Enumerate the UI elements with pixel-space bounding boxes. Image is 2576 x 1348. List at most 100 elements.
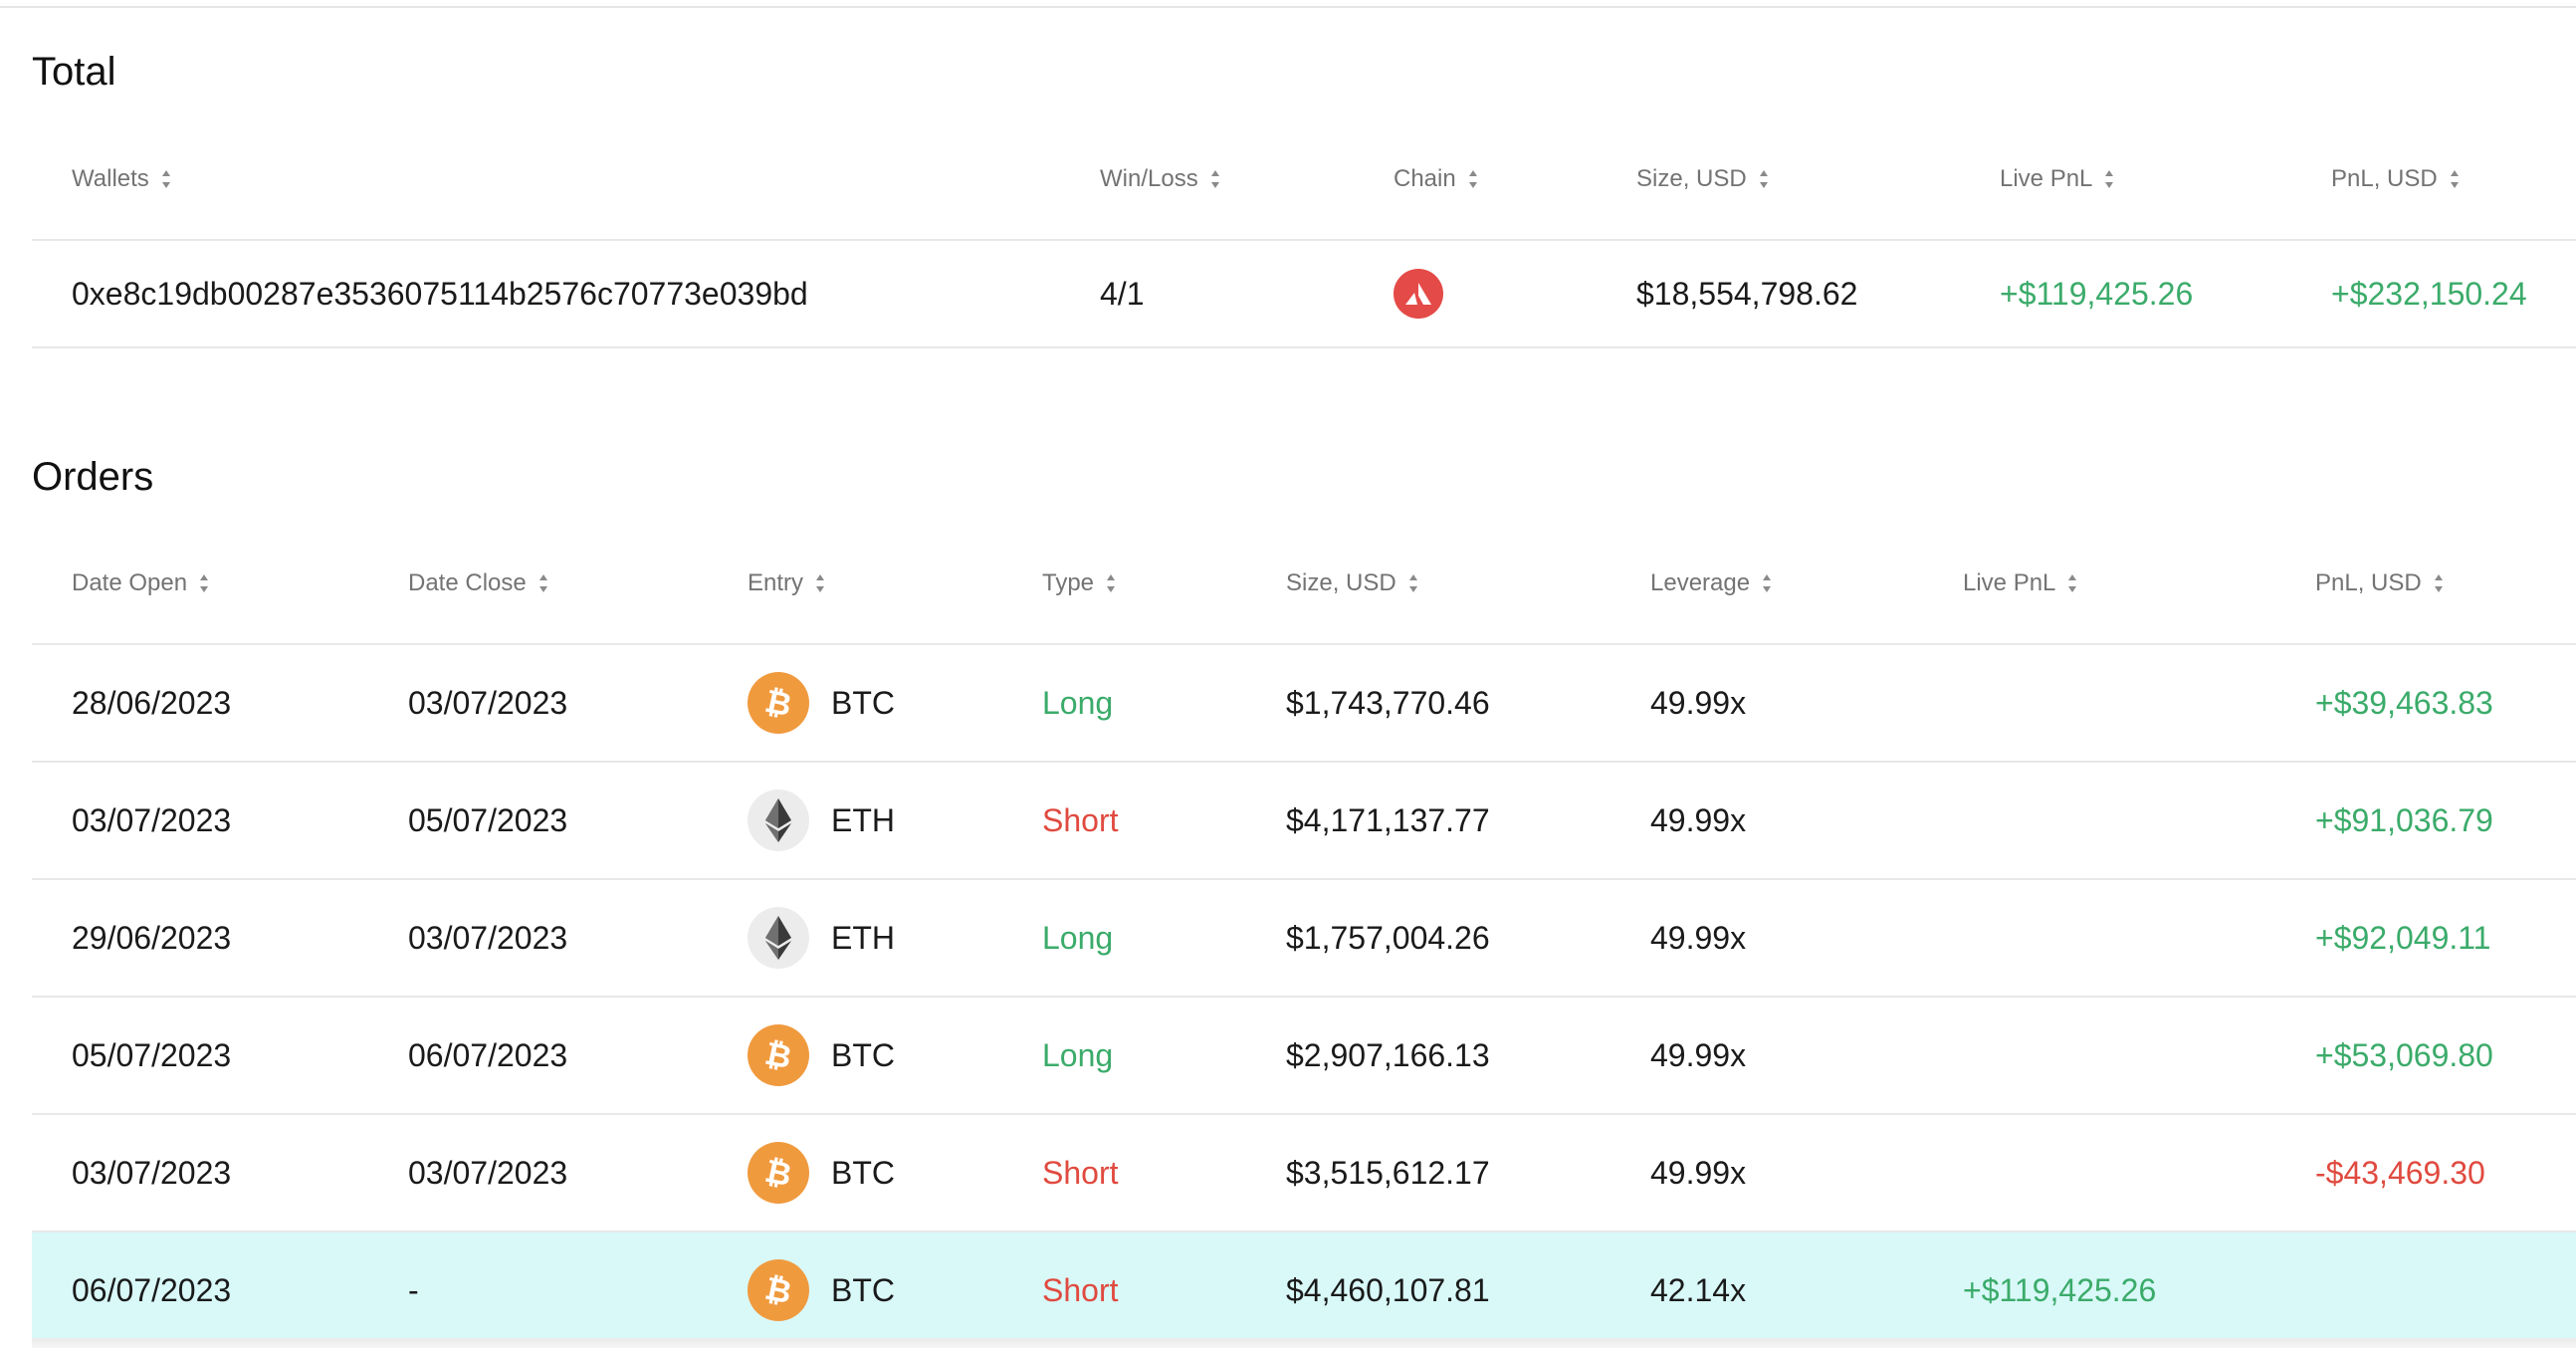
header-type[interactable]: Type [1042,524,1116,643]
entry-symbol: BTC [831,684,895,721]
date-close: - [408,1271,419,1308]
entry-cell: ETH [748,880,895,996]
header-chain[interactable]: Chain [1394,119,1478,239]
entry-symbol: BTC [831,1271,895,1308]
order-type: Short [1042,1271,1119,1308]
header-orders-live-pnl[interactable]: Live PnL [1963,524,2077,643]
order-size: $2,907,166.13 [1286,1036,1490,1073]
order-row[interactable]: 03/07/2023 05/07/2023 ETH Short $4,171,137.7… [32,763,2576,880]
header-orders-size-usd[interactable]: Size, USD [1286,524,1418,643]
order-pnl: +$39,463.83 [2315,684,2493,721]
svg-text:₿: ₿ [762,1035,795,1075]
date-open: 05/07/2023 [72,1036,232,1073]
sort-icon [199,572,209,594]
bitcoin-icon: ₿ [748,1024,809,1086]
total-live-pnl-value: +$119,425.26 [2000,275,2194,312]
entry-cell: ₿ BTC [748,1115,895,1231]
sort-icon [1106,572,1116,594]
order-type: Short [1042,1154,1119,1191]
sort-icon [2104,168,2114,190]
order-row[interactable]: 05/07/2023 06/07/2023 ₿ BTC Long $2,907,166.1… [32,998,2576,1115]
order-row[interactable]: 29/06/2023 03/07/2023 ETH Long $1,757,004.26… [32,880,2576,998]
order-leverage: 49.99x [1650,1154,1747,1191]
order-leverage: 42.14x [1650,1271,1747,1308]
header-size-usd[interactable]: Size, USD [1636,119,1769,239]
date-close: 03/07/2023 [408,684,568,721]
header-pnl-usd[interactable]: PnL, USD [2331,119,2460,239]
bitcoin-icon: ₿ [748,1142,809,1204]
sort-icon [815,572,825,594]
header-win-loss[interactable]: Win/Loss [1100,119,1220,239]
top-divider [0,6,2576,8]
sort-icon [1408,572,1418,594]
order-row[interactable]: 03/07/2023 03/07/2023 ₿ BTC Short $3,515,612.… [32,1115,2576,1233]
chain-cell [1394,241,1443,346]
order-size: $3,515,612.17 [1286,1154,1490,1191]
order-leverage: 49.99x [1650,1036,1747,1073]
bitcoin-icon: ₿ [748,1259,809,1321]
entry-symbol: ETH [831,919,895,956]
avalanche-icon [1394,269,1443,319]
svg-text:₿: ₿ [762,1270,795,1310]
header-date-open[interactable]: Date Open [72,524,209,643]
total-pnl-value: +$232,150.24 [2331,275,2527,312]
entry-cell: ETH [748,763,895,878]
order-type: Long [1042,1036,1114,1073]
entry-cell: ₿ BTC [748,998,895,1113]
order-size: $1,757,004.26 [1286,919,1490,956]
bottom-edge [32,1338,2576,1348]
entry-symbol: BTC [831,1036,895,1073]
sort-icon [1468,168,1478,190]
svg-text:₿: ₿ [762,1153,795,1193]
order-leverage: 49.99x [1650,684,1747,721]
sort-icon [2067,572,2077,594]
sort-icon [1759,168,1769,190]
sort-icon [1762,572,1772,594]
header-orders-pnl-usd[interactable]: PnL, USD [2315,524,2444,643]
header-date-close[interactable]: Date Close [408,524,548,643]
entry-symbol: BTC [831,1154,895,1191]
win-loss-value: 4/1 [1100,275,1145,312]
order-leverage: 49.99x [1650,919,1747,956]
total-section-title: Total [32,50,116,94]
date-open: 29/06/2023 [72,919,232,956]
sort-icon [161,168,171,190]
header-live-pnl[interactable]: Live PnL [2000,119,2114,239]
svg-text:₿: ₿ [762,683,795,723]
order-row[interactable]: 28/06/2023 03/07/2023 ₿ BTC Long $1,743,770.4… [32,645,2576,763]
order-live-pnl: +$119,425.26 [1963,1271,2157,1308]
header-entry[interactable]: Entry [748,524,825,643]
date-close: 03/07/2023 [408,1154,568,1191]
entry-cell: ₿ BTC [748,645,895,761]
ethereum-icon [748,789,809,851]
entry-symbol: ETH [831,801,895,838]
order-row[interactable]: 06/07/2023 - ₿ BTC Short $4,460,107.81 42.14x +… [32,1233,2576,1348]
total-table-header: Wallets Win/Loss Chain Size, USD Live Pn… [32,119,2576,241]
sort-icon [1210,168,1220,190]
order-size: $4,171,137.77 [1286,801,1490,838]
sort-icon [2434,572,2444,594]
header-leverage[interactable]: Leverage [1650,524,1772,643]
order-pnl: +$92,049.11 [2315,919,2491,956]
wallet-address[interactable]: 0xe8c19db00287e3536075114b2576c70773e039… [72,241,808,346]
order-pnl: +$91,036.79 [2315,801,2493,838]
date-open: 06/07/2023 [72,1271,232,1308]
total-row[interactable]: 0xe8c19db00287e3536075114b2576c70773e039… [32,241,2576,348]
order-pnl: -$43,469.30 [2315,1154,2485,1191]
sort-icon [2450,168,2460,190]
date-open: 28/06/2023 [72,684,232,721]
entry-cell: ₿ BTC [748,1233,895,1348]
order-leverage: 49.99x [1650,801,1747,838]
total-size-value: $18,554,798.62 [1636,275,1858,312]
order-type: Long [1042,919,1114,956]
order-type: Long [1042,684,1114,721]
orders-section-title: Orders [32,455,154,499]
orders-table-header: Date Open Date Close Entry Type Size, US… [32,524,2576,645]
date-open: 03/07/2023 [72,801,232,838]
header-wallets[interactable]: Wallets [72,119,171,239]
order-size: $4,460,107.81 [1286,1271,1490,1308]
date-close: 05/07/2023 [408,801,568,838]
date-open: 03/07/2023 [72,1154,232,1191]
order-size: $1,743,770.46 [1286,684,1490,721]
sort-icon [538,572,548,594]
